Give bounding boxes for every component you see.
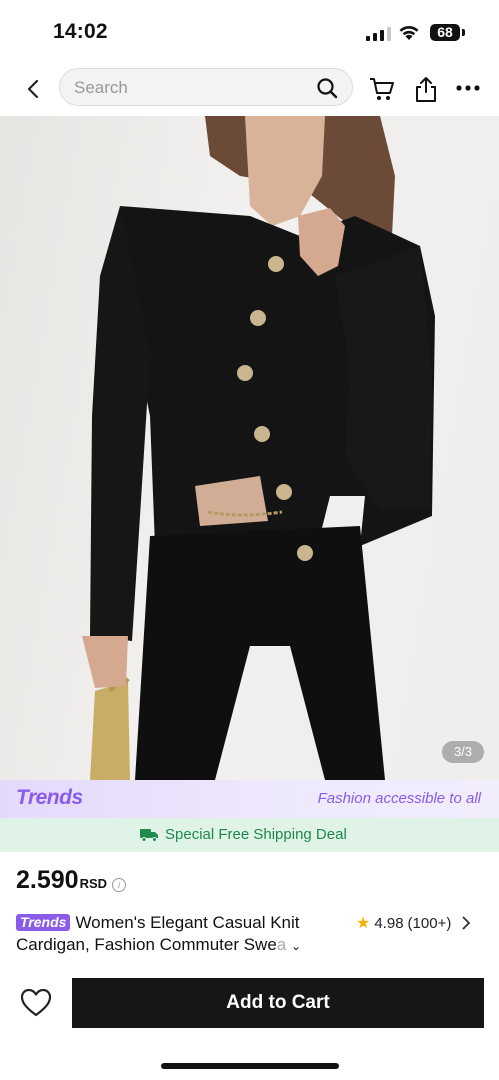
review-count: (100+) xyxy=(407,914,452,932)
trends-tagline: Fashion accessible to all xyxy=(317,790,481,807)
chevron-right-icon[interactable] xyxy=(461,916,471,930)
star-icon: ★ xyxy=(356,915,371,932)
product-photo xyxy=(82,116,435,780)
back-arrow-icon[interactable] xyxy=(22,77,46,101)
price-row: 2.590 RSD i xyxy=(16,866,127,895)
product-title[interactable]: Trends Women's Elegant Casual Knit Cardig… xyxy=(16,912,346,957)
truck-icon xyxy=(140,829,158,842)
search-icon[interactable] xyxy=(316,77,338,99)
price-currency: RSD xyxy=(79,876,108,891)
wifi-icon xyxy=(399,25,419,40)
shipping-label: Special Free Shipping Deal xyxy=(165,826,347,843)
share-icon[interactable] xyxy=(413,75,439,103)
cart-icon[interactable] xyxy=(368,75,396,103)
info-icon[interactable]: i xyxy=(112,878,127,892)
wishlist-heart-icon[interactable] xyxy=(20,988,52,1018)
add-to-cart-button[interactable]: Add to Cart xyxy=(72,978,484,1028)
price-amount: 2.590 xyxy=(16,866,79,894)
shipping-banner[interactable]: Special Free Shipping Deal xyxy=(0,818,499,852)
search-input[interactable]: Search xyxy=(59,68,353,106)
battery-tip xyxy=(462,29,465,36)
status-bar: 14:02 68 xyxy=(0,0,499,62)
battery-icon: 68 xyxy=(430,24,460,41)
expand-chevron-icon[interactable]: ⌄ xyxy=(291,939,301,953)
product-title-fade: a xyxy=(276,935,287,954)
more-options-icon[interactable] xyxy=(455,84,481,92)
status-time: 14:02 xyxy=(53,20,108,43)
signal-icon xyxy=(366,27,391,41)
trends-banner[interactable]: Trends Fashion accessible to all xyxy=(0,780,499,818)
trends-badge: Trends xyxy=(16,914,71,931)
top-nav-bar: Search xyxy=(0,62,499,116)
rating-summary[interactable]: ★ 4.98 (100+) xyxy=(356,913,471,933)
rating-value: 4.98 xyxy=(374,914,404,932)
home-indicator[interactable] xyxy=(161,1063,339,1069)
product-image[interactable] xyxy=(0,116,499,780)
trends-logo: Trends xyxy=(16,786,83,809)
search-placeholder: Search xyxy=(74,78,128,97)
image-counter: 3/3 xyxy=(442,741,484,763)
